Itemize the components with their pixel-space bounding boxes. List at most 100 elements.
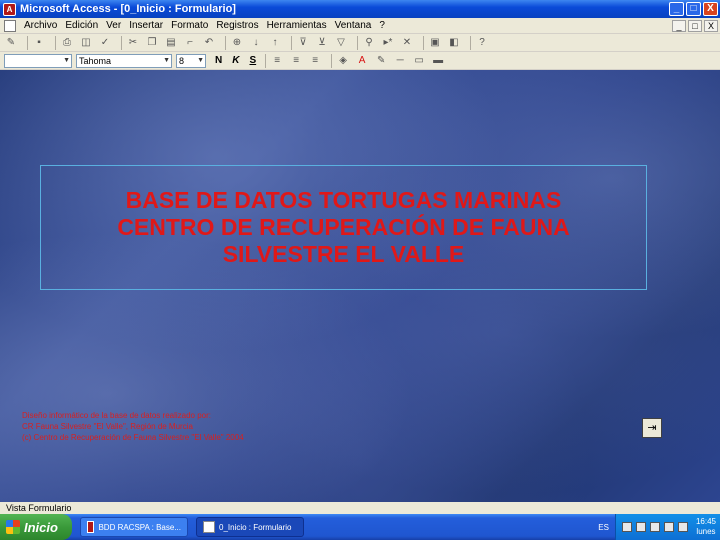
border-icon[interactable]: ▭ bbox=[412, 54, 426, 68]
align-left-icon[interactable]: ≡ bbox=[270, 54, 284, 68]
save-icon[interactable]: ▪ bbox=[32, 36, 46, 50]
tray-volume-icon[interactable] bbox=[635, 522, 646, 532]
credits-line-3: (c) Centro de Recuperación de Fauna Silv… bbox=[22, 433, 244, 442]
undo-icon[interactable]: ↶ bbox=[202, 36, 216, 50]
clock[interactable]: 16:45 lunes bbox=[696, 517, 716, 537]
tray-network-icon[interactable] bbox=[621, 522, 632, 532]
access-key-icon[interactable]: A bbox=[3, 2, 16, 16]
menu-bar: Archivo Edición Ver Insertar Formato Reg… bbox=[0, 18, 720, 34]
delete-record-icon[interactable]: ✕ bbox=[400, 36, 414, 50]
formatting-toolbar: ▼ Tahoma ▼ 8 ▼ N K S ≡ ≡ ≡ ◈ A ✎ ─ ▭ ▬ bbox=[0, 52, 720, 70]
clock-time: 16:45 bbox=[695, 517, 716, 526]
tray-app-icon[interactable] bbox=[677, 522, 688, 532]
toolbar-separator bbox=[423, 35, 424, 50]
form-title-line-3: SILVESTRE EL VALLE bbox=[222, 241, 465, 267]
language-indicator[interactable]: ES bbox=[598, 523, 609, 532]
form-document-icon[interactable] bbox=[4, 19, 16, 32]
toolbar-separator bbox=[55, 35, 56, 50]
taskbar-item-database[interactable]: BDD RACSPA : Base... bbox=[80, 517, 188, 537]
spelling-icon[interactable]: ✓ bbox=[98, 36, 112, 50]
doc-minimize-button[interactable]: _ bbox=[672, 19, 686, 32]
apply-filter-icon[interactable]: ▽ bbox=[334, 36, 348, 50]
window-title: Microsoft Access - [0_Inicio : Formulari… bbox=[20, 3, 236, 15]
align-center-icon[interactable]: ≡ bbox=[289, 54, 303, 68]
new-record-icon[interactable]: ▸* bbox=[381, 36, 395, 50]
taskbar-item-form[interactable]: 0_Inicio : Formulario bbox=[196, 517, 304, 537]
exit-door-icon: ⇥ bbox=[647, 422, 657, 434]
tray-antivirus-icon[interactable] bbox=[649, 522, 660, 532]
toolbar-separator bbox=[291, 35, 292, 50]
format-painter-icon[interactable]: ⌐ bbox=[183, 36, 197, 50]
start-label: Inicio bbox=[24, 519, 58, 535]
windows-logo-icon bbox=[6, 520, 20, 534]
credits-line-2: CR Fauna Silvestre "El Valle", Región de… bbox=[22, 422, 193, 431]
copy-icon[interactable]: ❐ bbox=[145, 36, 159, 50]
exit-button[interactable]: ⇥ bbox=[642, 418, 662, 438]
paste-icon[interactable]: ▤ bbox=[164, 36, 178, 50]
doc-restore-button[interactable]: □ bbox=[688, 19, 702, 32]
form-title-box: BASE DE DATOS TORTUGAS MARINAS CENTRO DE… bbox=[40, 165, 647, 290]
form-title-line-2: CENTRO DE RECUPERACIÓN DE FAUNA bbox=[117, 214, 570, 240]
credits-line-1: Diseño informático de la base de datos r… bbox=[22, 411, 211, 420]
filter-form-icon[interactable]: ⊻ bbox=[315, 36, 329, 50]
font-size-combo[interactable]: 8 ▼ bbox=[176, 53, 206, 68]
menu-edicion[interactable]: Edición bbox=[61, 20, 102, 31]
tray-messenger-icon[interactable] bbox=[663, 522, 674, 532]
title-bar: A Microsoft Access - [0_Inicio : Formula… bbox=[0, 0, 720, 18]
menu-archivo[interactable]: Archivo bbox=[20, 20, 61, 31]
new-object-icon[interactable]: ◧ bbox=[447, 36, 461, 50]
sort-ascending-icon[interactable]: ↓ bbox=[249, 36, 263, 50]
line-width-icon[interactable]: ─ bbox=[393, 54, 407, 68]
chevron-down-icon: ▼ bbox=[197, 56, 204, 64]
print-icon[interactable]: ⎙ bbox=[60, 36, 74, 50]
help-icon[interactable]: ? bbox=[475, 36, 489, 50]
menu-ayuda[interactable]: ? bbox=[375, 20, 389, 31]
special-effect-icon[interactable]: ▬ bbox=[431, 54, 445, 68]
bold-button[interactable]: N bbox=[215, 55, 222, 66]
system-tray: 16:45 lunes bbox=[614, 514, 720, 540]
chevron-down-icon: ▼ bbox=[163, 56, 170, 64]
find-icon[interactable]: ⚲ bbox=[362, 36, 376, 50]
italic-button[interactable]: K bbox=[232, 55, 239, 66]
status-bar: Vista Formulario bbox=[0, 502, 720, 514]
menu-registros[interactable]: Registros bbox=[212, 20, 262, 31]
doc-close-button[interactable]: X bbox=[704, 19, 718, 32]
maximize-button[interactable]: □ bbox=[686, 2, 701, 16]
sort-descending-icon[interactable]: ↑ bbox=[268, 36, 282, 50]
fill-color-icon[interactable]: ◈ bbox=[336, 54, 350, 68]
align-right-icon[interactable]: ≡ bbox=[308, 54, 322, 68]
clock-day: lunes bbox=[696, 527, 716, 536]
hyperlink-icon[interactable]: ⊕ bbox=[230, 36, 244, 50]
form-document-icon bbox=[203, 521, 215, 533]
line-color-icon[interactable]: ✎ bbox=[374, 54, 388, 68]
view-design-icon[interactable]: ✎ bbox=[4, 36, 18, 50]
form-canvas: BASE DE DATOS TORTUGAS MARINAS CENTRO DE… bbox=[0, 70, 720, 502]
close-button[interactable]: X bbox=[703, 2, 718, 16]
database-window-icon[interactable]: ▣ bbox=[428, 36, 442, 50]
font-name-combo[interactable]: Tahoma ▼ bbox=[76, 53, 172, 68]
standard-toolbar: ✎ ▪ ⎙ ◫ ✓ ✂ ❐ ▤ ⌐ ↶ ⊕ ↓ ↑ ⊽ ⊻ ▽ ⚲ ▸* ✕ ▣… bbox=[0, 34, 720, 52]
menu-herramientas[interactable]: Herramientas bbox=[263, 20, 331, 31]
object-combo[interactable]: ▼ bbox=[4, 53, 72, 68]
menu-formato[interactable]: Formato bbox=[167, 20, 212, 31]
font-name-value: Tahoma bbox=[79, 55, 112, 66]
taskbar-item-label: 0_Inicio : Formulario bbox=[219, 522, 292, 532]
minimize-button[interactable]: _ bbox=[669, 2, 684, 16]
menu-ver[interactable]: Ver bbox=[102, 20, 125, 31]
font-color-icon[interactable]: A bbox=[355, 54, 369, 68]
start-button[interactable]: Inicio bbox=[0, 514, 72, 540]
document-window-buttons: _ □ X bbox=[672, 19, 720, 32]
filter-selection-icon[interactable]: ⊽ bbox=[296, 36, 310, 50]
menu-ventana[interactable]: Ventana bbox=[331, 20, 376, 31]
toolbar-separator bbox=[357, 35, 358, 50]
print-preview-icon[interactable]: ◫ bbox=[79, 36, 93, 50]
chevron-down-icon: ▼ bbox=[63, 56, 70, 64]
toolbar-separator bbox=[121, 35, 122, 50]
access-key-icon bbox=[87, 521, 95, 533]
menu-insertar[interactable]: Insertar bbox=[125, 20, 167, 31]
toolbar-separator bbox=[27, 35, 28, 50]
credits-block: Diseño informático de la base de datos r… bbox=[22, 410, 244, 443]
underline-button[interactable]: S bbox=[249, 55, 256, 66]
toolbar-separator bbox=[265, 53, 267, 68]
cut-icon[interactable]: ✂ bbox=[126, 36, 140, 50]
